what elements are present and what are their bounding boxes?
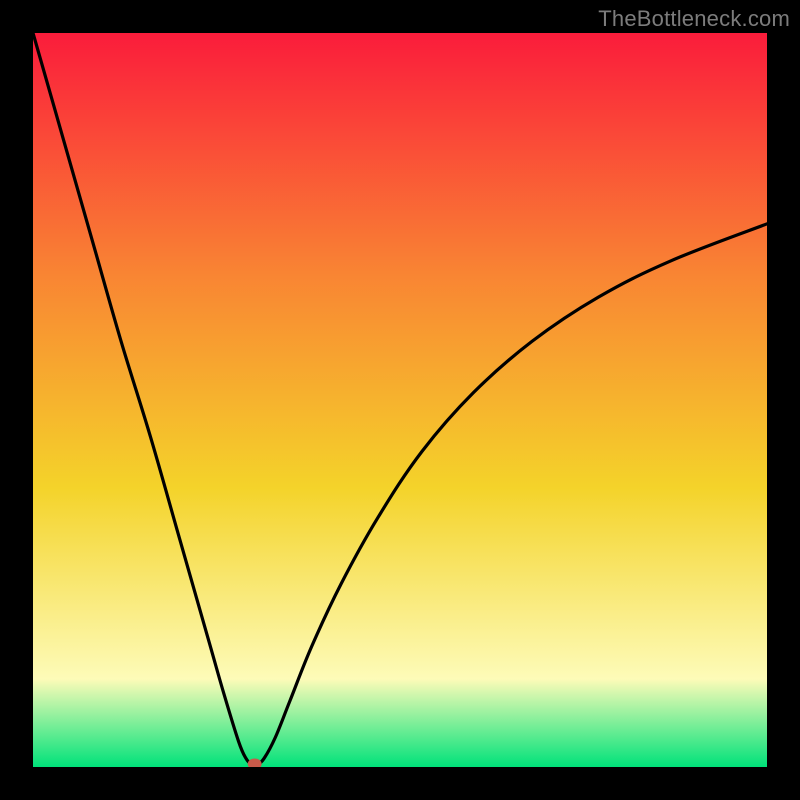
plot-area (33, 33, 767, 767)
chart-stage: TheBottleneck.com (0, 0, 800, 800)
chart-svg (33, 33, 767, 767)
gradient-bg (33, 33, 767, 767)
watermark-text: TheBottleneck.com (598, 6, 790, 32)
